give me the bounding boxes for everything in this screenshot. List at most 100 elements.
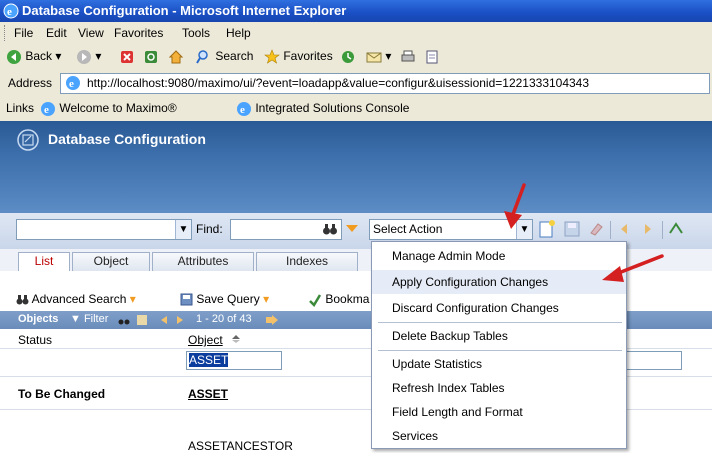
menu-item-label: Field Length and Format (392, 405, 523, 419)
binoculars-icon (16, 295, 29, 305)
svg-text:e: e (44, 104, 49, 116)
query-select[interactable]: ▼ (16, 219, 192, 240)
next-page-icon[interactable] (174, 314, 186, 326)
clear-icon[interactable] (588, 221, 604, 237)
menu-tools[interactable]: Tools (182, 26, 210, 40)
menu-item-field-length-format[interactable]: Field Length and Format (372, 400, 626, 424)
menu-item-manage-admin-mode[interactable]: Manage Admin Mode (372, 244, 626, 268)
save-query-button[interactable]: Save Query ▾ (180, 292, 269, 306)
home-icon[interactable] (168, 49, 184, 65)
menu-file[interactable]: File (14, 26, 33, 40)
link-console-label: Integrated Solutions Console (255, 101, 410, 116)
print-icon[interactable] (400, 49, 416, 65)
menu-item-apply-config-changes[interactable]: Apply Configuration Changes (372, 270, 626, 294)
filter-label: Filter (83, 313, 109, 325)
links-label: Links (6, 101, 35, 115)
menu-edit[interactable]: Edit (46, 26, 67, 40)
clear-filter-icon[interactable] (136, 314, 148, 326)
favorites-label: Favorites (283, 49, 333, 64)
menu-item-update-statistics[interactable]: Update Statistics (372, 352, 626, 376)
object-filter-value: ASSET (189, 353, 229, 367)
checkmark-icon (309, 294, 322, 307)
advanced-search-label: Advanced Search (31, 292, 127, 306)
menu-item-label: Update Statistics (392, 357, 483, 371)
menu-help[interactable]: Help (226, 26, 251, 40)
menu-item-label: Manage Admin Mode (392, 249, 506, 263)
tab-list[interactable]: List (18, 252, 70, 272)
page-ie-icon: e (66, 76, 80, 90)
bookmarks-button[interactable]: Bookma (308, 292, 369, 307)
app-header: Database Configuration (0, 121, 712, 213)
tab-object[interactable]: Object (72, 252, 150, 271)
search-button[interactable]: Search (196, 49, 253, 65)
ie-toolbar: Back ▾ ▾ Search Favorites ▾ (0, 44, 712, 71)
menu-item-label: Apply Configuration Changes (392, 275, 549, 289)
find-label: Find: (196, 222, 223, 236)
back-button[interactable]: Back ▾ (6, 49, 61, 65)
address-bar: Address e http://localhost:9080/maximo/u… (0, 70, 712, 97)
menu-item-refresh-index-tables[interactable]: Refresh Index Tables (372, 376, 626, 400)
select-action-label: Select Action (373, 222, 443, 236)
row-status: To Be Changed (18, 387, 106, 401)
back-label: Back (25, 49, 53, 64)
chevron-down-icon[interactable]: ▼ (175, 220, 191, 239)
menu-view[interactable]: View (78, 26, 104, 40)
next-record-icon[interactable] (640, 221, 656, 237)
annotation-arrow-icon (602, 254, 664, 282)
star-icon (264, 49, 280, 64)
tab-attributes[interactable]: Attributes (152, 252, 254, 271)
back-arrow-icon (7, 50, 21, 64)
ie-logo-icon: e (3, 3, 19, 19)
mail-icon (366, 52, 382, 63)
filter-arrow-icon[interactable] (346, 225, 358, 233)
menu-item-label: Services (392, 429, 439, 443)
search-label: Search (215, 49, 254, 64)
window-title-bar: e Database Configuration - Microsoft Int… (0, 0, 712, 22)
refresh-icon[interactable] (144, 50, 158, 64)
links-bar: Links e Welcome to Maximo® e Integrated … (0, 96, 712, 122)
record-range: 1 - 20 of 43 (196, 313, 252, 325)
previous-page-icon[interactable] (158, 314, 170, 326)
binoculars-icon[interactable] (322, 221, 338, 237)
history-icon[interactable] (340, 49, 356, 65)
object-filter-input[interactable]: ASSET (186, 351, 282, 370)
address-url: http://localhost:9080/maximo/ui/?event=l… (87, 76, 590, 90)
objects-title: Objects (18, 313, 59, 325)
bulletin-icon[interactable] (668, 221, 684, 237)
address-input[interactable]: e http://localhost:9080/maximo/ui/?event… (60, 73, 710, 94)
stop-icon[interactable] (120, 50, 134, 64)
edit-page-icon[interactable] (424, 49, 440, 65)
menu-item-discard-config-changes[interactable]: Discard Configuration Changes (372, 296, 626, 320)
filter-toggle[interactable]: ▼ Filter (70, 313, 108, 325)
link-integrated-console[interactable]: e Integrated Solutions Console (236, 101, 409, 117)
next-arrow-icon[interactable] (266, 315, 278, 325)
sort-icon[interactable] (232, 335, 240, 343)
address-label: Address (8, 76, 53, 90)
advanced-search-button[interactable]: Advanced Search ▾ (16, 292, 136, 306)
row-object-partial[interactable]: ASSETANCESTOR (188, 439, 293, 453)
window-title: Database Configuration - Microsoft Inter… (22, 3, 347, 18)
mail-button[interactable]: ▾ (366, 49, 391, 65)
menu-item-services[interactable]: Services (372, 424, 626, 448)
binoculars-icon[interactable] (118, 314, 130, 326)
column-header-object[interactable]: Object (188, 333, 223, 347)
new-record-icon[interactable] (538, 219, 556, 239)
link-welcome-label: Welcome to Maximo® (59, 101, 177, 116)
save-icon[interactable] (564, 221, 580, 237)
database-config-icon (17, 129, 39, 151)
link-page-icon: e (237, 102, 251, 116)
menu-favorites[interactable]: Favorites (114, 26, 163, 40)
favorites-button[interactable]: Favorites (264, 49, 333, 65)
save-query-label: Save Query (196, 292, 260, 306)
link-welcome-maximo[interactable]: e Welcome to Maximo® (40, 101, 177, 117)
tab-indexes[interactable]: Indexes (256, 252, 358, 271)
menu-item-delete-backup-tables[interactable]: Delete Backup Tables (372, 324, 626, 348)
row-object-link[interactable]: ASSET (188, 387, 228, 401)
svg-text:e: e (7, 6, 12, 18)
menu-item-label: Refresh Index Tables (392, 381, 505, 395)
menu-bar: File Edit View Favorites Tools Help (0, 22, 712, 45)
column-header-status[interactable]: Status (18, 333, 52, 347)
svg-text:e: e (240, 104, 245, 116)
previous-record-icon[interactable] (616, 221, 632, 237)
forward-button[interactable]: ▾ (76, 49, 101, 65)
